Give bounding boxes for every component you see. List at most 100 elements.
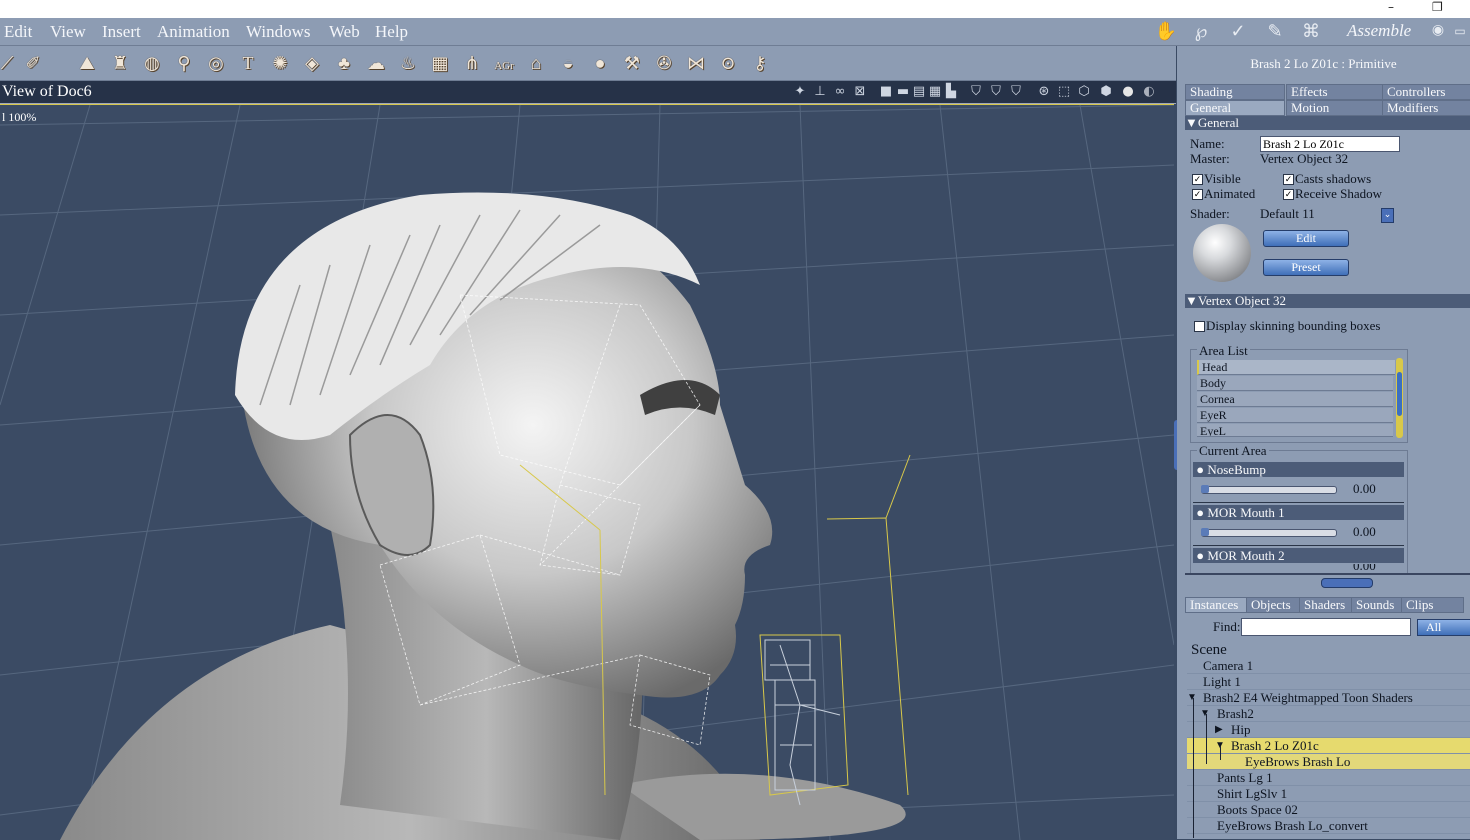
paint-brush-icon[interactable]: ✐ [20,50,46,76]
box-shaded-icon[interactable]: ⬢ [1098,84,1114,100]
area-item-eyel[interactable]: EyeL [1197,424,1393,437]
text-icon[interactable]: T [235,50,261,76]
magic-wand-icon[interactable]: ⟋ [0,50,20,76]
filter-dropdown[interactable]: All [1417,619,1470,636]
fire-icon[interactable]: ♨ [395,50,421,76]
menu-web[interactable]: Web [329,22,360,42]
wrench-icon[interactable]: ⚷ [747,50,773,76]
flourish-room-icon[interactable]: ℘ [1188,19,1214,43]
hair-icon[interactable]: ⋔ [459,50,485,76]
house-icon[interactable]: ⌂ [523,50,549,76]
area-item-body[interactable]: Body [1197,376,1393,391]
tab-motion[interactable]: Motion [1286,100,1383,116]
tree-item-pants[interactable]: Pants Lg 1 [1187,770,1470,786]
bowl-icon[interactable]: ◒ [555,50,581,76]
tab-modifiers[interactable]: Modifiers [1382,100,1470,116]
layout-three-icon[interactable]: ▤ [911,84,927,100]
menu-insert[interactable]: Insert [102,22,141,42]
box-wire-icon[interactable]: ⬚ [1056,84,1072,100]
expand-triangle-icon[interactable]: ▼ [1200,706,1210,721]
tree-item-eyebrows[interactable]: EyeBrows Brash Lo [1187,754,1470,770]
gear-icon[interactable]: ✺ [267,50,293,76]
film-icon[interactable]: ✇ [651,50,677,76]
morph-slider-nosebump[interactable] [1201,485,1337,494]
torus-icon[interactable]: ◎ [203,50,229,76]
tab-sounds[interactable]: Sounds [1351,597,1403,613]
layout-custom-icon[interactable]: ▙ [943,84,959,100]
preset-button[interactable]: Preset [1263,259,1349,276]
shield-view-icon[interactable]: ⛉ [968,84,984,100]
plane-icon[interactable]: ◈ [299,50,325,76]
panel-splitter[interactable] [1321,578,1373,588]
expand-triangle-icon[interactable]: ▼ [1187,690,1197,705]
tab-general[interactable]: General [1185,100,1285,116]
agr-tool[interactable]: AGr [491,50,517,76]
smooth-shaded-icon[interactable]: ● [1120,84,1136,100]
find-input[interactable] [1241,618,1411,636]
receive-shadow-checkbox[interactable]: ✓ [1283,189,1294,200]
tab-shading[interactable]: Shading [1185,84,1285,100]
morph-header-mouth2[interactable]: ● MOR Mouth 2 [1193,548,1404,563]
animated-checkbox[interactable]: ✓ [1192,189,1203,200]
3d-viewport[interactable]: l 100% [0,104,1174,840]
layout-split-icon[interactable]: ▬ [895,84,911,100]
morph-header-mouth1[interactable]: ● MOR Mouth 1 [1193,505,1404,520]
tree-item-hip[interactable]: ▶ Hip [1187,722,1470,738]
binoculars-icon[interactable]: ∞ [832,84,848,100]
area-item-head[interactable]: Head [1197,360,1395,375]
visible-checkbox[interactable]: ✓ [1192,174,1203,185]
tree-item-eyebrows-convert[interactable]: EyeBrows Brash Lo_convert [1187,818,1470,834]
display-skinning-checkbox[interactable] [1194,321,1205,332]
room-assemble-label[interactable]: Assemble [1347,21,1411,41]
edit-button[interactable]: Edit [1263,230,1349,247]
menu-animation[interactable]: Animation [157,22,230,42]
panel-toggle-icon[interactable]: ▭ [1447,19,1470,43]
nav-icon[interactable]: ⊛ [1036,84,1052,100]
shield-view2-icon[interactable]: ⛉ [988,84,1004,100]
collapsed-triangle-icon[interactable]: ▶ [1215,722,1223,737]
morph-header-nosebump[interactable]: ● NoseBump [1193,462,1404,477]
casts-shadows-checkbox[interactable]: ✓ [1283,174,1294,185]
tab-objects[interactable]: Objects [1246,597,1300,613]
shader-dropdown-icon[interactable]: ⌄ [1381,208,1394,223]
terrain-icon[interactable]: ⛰ [74,50,100,76]
rock-icon[interactable]: ● [587,50,613,76]
tree-item-light[interactable]: Light 1 [1187,674,1470,690]
tree-item-brash2-lo[interactable]: ▼ Brash 2 Lo Z01c [1187,738,1470,754]
hammer-icon[interactable]: ⚒ [619,50,645,76]
teeth-room-icon[interactable]: ⌘ [1298,19,1324,43]
tree-item-boots[interactable]: Boots Space 02 [1187,802,1470,818]
slider-knob[interactable] [1201,528,1209,536]
hierarchy-icon[interactable]: ⋈ [683,50,709,76]
lamp-icon[interactable]: ♜ [107,50,133,76]
minimize-button[interactable]: – [1388,0,1394,14]
area-item-cornea[interactable]: Cornea [1197,392,1393,407]
pose-room-icon[interactable]: ✓ [1225,19,1251,43]
textured-icon[interactable]: ◐ [1141,84,1157,100]
lights-icon[interactable]: ✦ [792,84,808,100]
area-list-scroll-thumb[interactable] [1397,372,1402,416]
bone-icon[interactable]: ⚲ [171,50,197,76]
layout-single-icon[interactable]: ■ [878,84,894,100]
tree-item-brash2-e4[interactable]: ▼ Brash2 E4 Weightmapped Toon Shaders [1187,690,1470,706]
layout-four-icon[interactable]: ▦ [927,84,943,100]
tree-item-brash2[interactable]: ▼ Brash2 [1187,706,1470,722]
tab-shaders[interactable]: Shaders [1299,597,1354,613]
restore-button[interactable]: ❐ [1432,0,1443,14]
hand-room-icon[interactable]: ✋ [1153,19,1179,43]
grid-toggle-icon[interactable]: ⊠ [852,84,868,100]
morph-value-mouth1[interactable]: 0.00 [1353,524,1376,540]
tree-item-camera[interactable]: Camera 1 [1187,658,1470,674]
menu-windows[interactable]: Windows [246,22,310,42]
morph-slider-mouth1[interactable] [1201,528,1337,537]
morph-value-nosebump[interactable]: 0.00 [1353,481,1376,497]
tab-clips[interactable]: Clips [1401,597,1464,613]
tab-instances[interactable]: Instances [1185,597,1247,613]
camera-icon[interactable]: ⊥ [812,84,828,100]
general-section-header[interactable]: ▼General [1185,116,1470,130]
tree-item-shirt[interactable]: Shirt LgSlv 1 [1187,786,1470,802]
sphere-icon[interactable]: ◍ [139,50,165,76]
target-icon[interactable]: ⊙ [715,50,741,76]
shield-view3-icon[interactable]: ⛉ [1008,84,1024,100]
slider-knob[interactable] [1201,485,1209,493]
